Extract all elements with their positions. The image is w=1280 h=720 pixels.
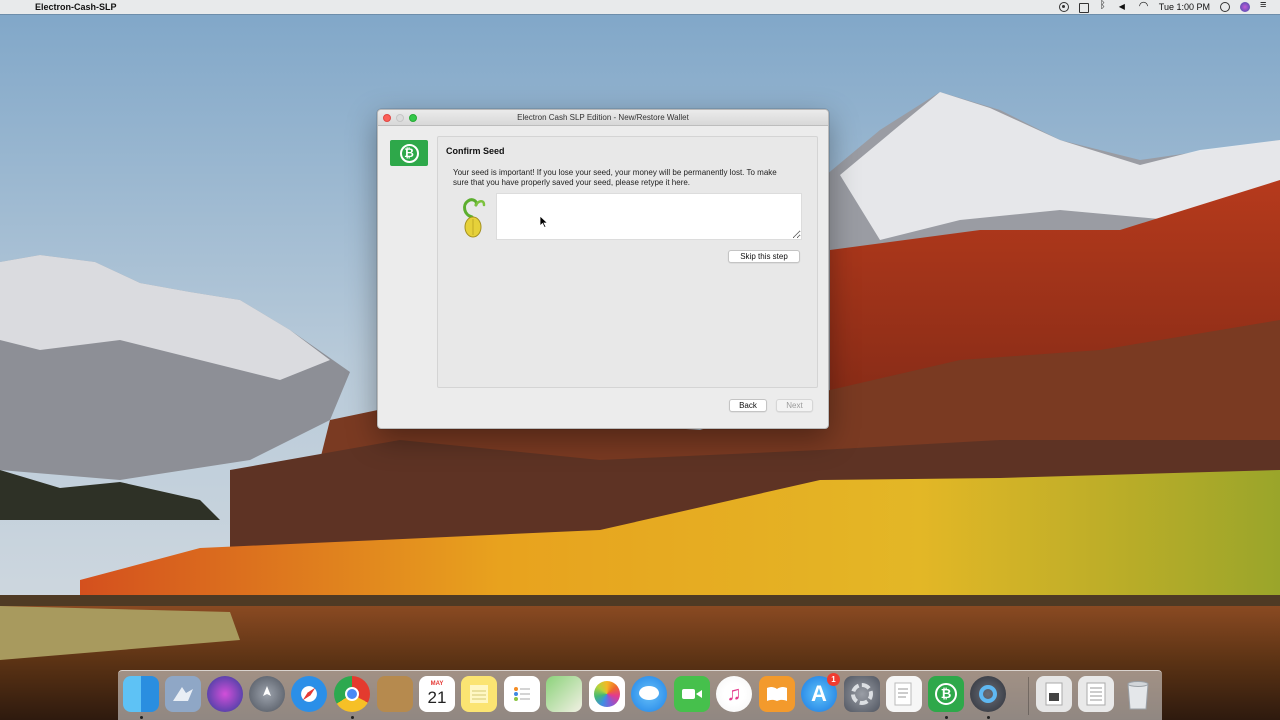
safari-icon[interactable] [291, 676, 327, 712]
launchpad-icon[interactable] [249, 676, 285, 712]
electron-cash-logo: ₿ [390, 140, 428, 166]
app-menu-name[interactable]: Electron-Cash-SLP [35, 2, 117, 12]
trash-icon[interactable] [1120, 676, 1156, 712]
chrome-icon[interactable] [334, 676, 370, 712]
documents-stack-icon[interactable] [1078, 676, 1114, 712]
window-title: Electron Cash SLP Edition - New/Restore … [517, 113, 689, 122]
next-button[interactable]: Next [776, 399, 813, 412]
document-pen-icon [894, 682, 912, 706]
system-preferences-icon[interactable] [844, 676, 880, 712]
new-restore-wallet-window: Electron Cash SLP Edition - New/Restore … [377, 109, 829, 429]
photos-icon[interactable] [589, 676, 625, 712]
ibooks-icon[interactable] [759, 676, 795, 712]
quicktime-icon[interactable] [970, 676, 1006, 712]
dock-separator [1028, 677, 1029, 715]
electron-cash-icon[interactable]: ₿ [928, 676, 964, 712]
menu-clock[interactable]: Tue 1:00 PM [1159, 2, 1210, 12]
app-store-icon[interactable]: A 1 [801, 673, 840, 712]
screen-record-icon[interactable] [1058, 2, 1069, 12]
trash-can-icon [1127, 681, 1149, 710]
siri-icon[interactable] [1240, 2, 1250, 12]
bluetooth-icon[interactable] [1099, 0, 1109, 12]
finder-icon[interactable] [123, 676, 159, 712]
back-button[interactable]: Back [729, 399, 767, 412]
volume-icon[interactable] [1119, 2, 1129, 12]
window-titlebar[interactable]: Electron Cash SLP Edition - New/Restore … [378, 110, 828, 126]
wifi-icon[interactable] [1139, 0, 1149, 12]
spotlight-search-icon[interactable] [1220, 2, 1230, 12]
dock: MAY 21 ♫ A 1 ₿ [118, 670, 1162, 720]
facetime-icon[interactable] [674, 676, 710, 712]
maps-icon[interactable] [546, 676, 582, 712]
photos-flower-icon [594, 681, 620, 707]
photo-app-icon[interactable] [165, 676, 201, 712]
music-note-icon: ♫ [726, 682, 742, 705]
speech-bubble-icon [639, 686, 659, 700]
page-title: Confirm Seed [446, 146, 505, 156]
siri-icon[interactable] [207, 676, 243, 712]
textedit-icon[interactable] [886, 676, 922, 712]
downloads-folder-icon[interactable] [1036, 676, 1072, 712]
gear-icon [851, 683, 873, 705]
mouse-cursor-icon [540, 216, 548, 228]
close-button[interactable] [383, 114, 391, 122]
skip-this-step-button[interactable]: Skip this step [728, 250, 800, 263]
rocket-icon [263, 686, 271, 696]
running-indicator [140, 716, 143, 719]
package-icon[interactable] [377, 676, 413, 712]
running-indicator [987, 716, 990, 719]
messages-icon[interactable] [631, 676, 667, 712]
chrome-center-icon [345, 687, 359, 701]
open-book-icon [767, 687, 787, 701]
menu-bar: Electron-Cash-SLP Tue 1:00 PM [0, 0, 1280, 14]
zoom-button[interactable] [409, 114, 417, 122]
notification-center-icon[interactable] [1260, 0, 1270, 12]
app-store-a-icon: A [811, 681, 827, 706]
compass-icon [302, 687, 316, 701]
confirm-seed-panel: Confirm Seed Your seed is important! If … [437, 136, 818, 388]
running-indicator [945, 716, 948, 719]
app-store-badge: 1 [827, 673, 840, 686]
seed-warning-text: Your seed is important! If you lose your… [453, 168, 777, 187]
document-stack-icon [1045, 682, 1063, 706]
notes-icon[interactable] [461, 676, 497, 712]
video-camera-icon [682, 689, 702, 699]
status-menus: Tue 1:00 PM [1058, 0, 1270, 14]
calendar-icon[interactable]: MAY 21 [419, 676, 455, 712]
display-icon[interactable] [1078, 3, 1089, 13]
checklist-icon [514, 687, 530, 701]
seed-sprout-icon [463, 198, 486, 238]
calendar-month: MAY [430, 681, 444, 687]
minimize-button[interactable] [396, 114, 404, 122]
files-icon [1086, 682, 1106, 706]
reminders-icon[interactable] [504, 676, 540, 712]
eagle-icon [173, 687, 193, 701]
quicktime-q-icon [979, 685, 997, 703]
notes-lines-icon [470, 685, 488, 703]
bitcoin-cash-icon: ₿ [399, 143, 419, 163]
running-indicator [351, 716, 354, 719]
itunes-icon[interactable]: ♫ [716, 676, 752, 712]
calendar-day: 21 [427, 688, 447, 707]
electron-cash-coin-icon: ₿ [935, 683, 957, 705]
